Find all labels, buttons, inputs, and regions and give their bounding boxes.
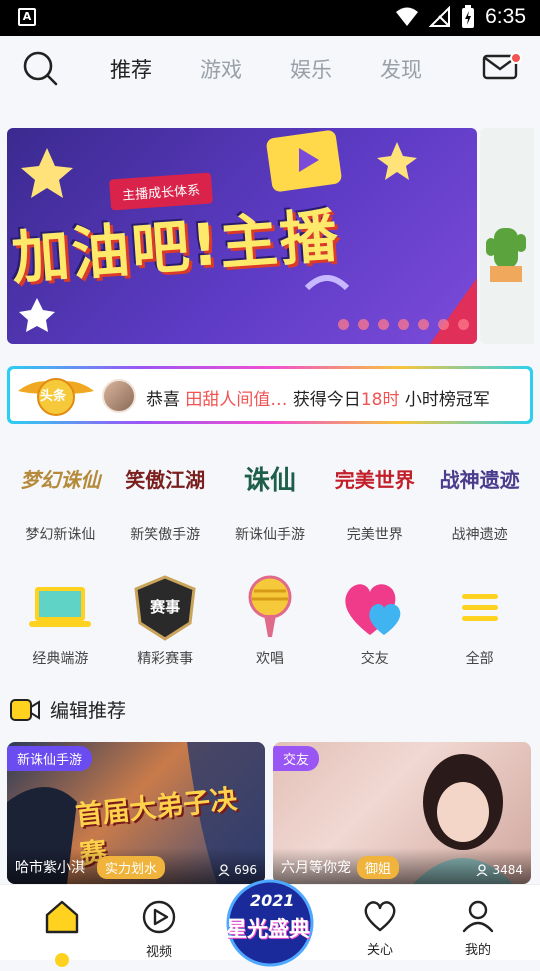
- pager-dot: [458, 319, 469, 330]
- viewer-icon: [218, 864, 230, 876]
- stream-card[interactable]: 交友 六月等你宠 御姐 3484: [273, 742, 531, 884]
- top-nav: 推荐 游戏 娱乐 发现: [0, 36, 540, 102]
- category-label: 交友: [360, 651, 389, 667]
- card-host-tag: 实力划水: [97, 856, 166, 879]
- game-logo-zhuxian: 诛仙: [243, 465, 296, 496]
- headline-suffix: 小时榜冠军: [404, 390, 490, 410]
- pager-dot: [378, 319, 389, 330]
- microphone-icon: [248, 575, 292, 637]
- pager-dot: [418, 319, 429, 330]
- home-icon: [45, 900, 79, 934]
- top-tabs: 推荐 游戏 娱乐 发现: [110, 54, 422, 84]
- tab-games[interactable]: 游戏: [200, 54, 242, 84]
- card-category-tag: 新诛仙手游: [7, 746, 93, 771]
- notification-icon: A: [18, 8, 36, 26]
- promo-banner[interactable]: 主播成长体系 加油吧!主播: [7, 128, 477, 344]
- category-sing[interactable]: 欢唱: [220, 574, 320, 668]
- heart-icon: [364, 901, 396, 932]
- game-item-zhuxian[interactable]: 诛仙 新诛仙手游: [220, 440, 320, 544]
- active-indicator: [55, 953, 69, 967]
- headline-prefix: 恭喜: [146, 390, 180, 410]
- game-grid: 梦幻诛仙 梦幻新诛仙 笑傲江湖 新笑傲手游 诛仙 新诛仙手游 完美世界 完美世界…: [0, 440, 540, 544]
- card-host-name: 六月等你宠: [281, 860, 351, 876]
- mail-unread-badge: [510, 52, 522, 64]
- pager-dot: [358, 319, 369, 330]
- clock: 6:35: [485, 5, 526, 28]
- nav-label: 视频: [145, 945, 172, 960]
- laptop-icon: [29, 587, 92, 627]
- headline-badge-text: 头条: [40, 389, 67, 404]
- game-item-menghuan[interactable]: 梦幻诛仙 梦幻新诛仙: [10, 440, 110, 544]
- tab-discover[interactable]: 发现: [380, 54, 422, 84]
- nav-event-starlight[interactable]: 2021 星光盛典: [220, 877, 320, 967]
- pager-dot: [338, 319, 349, 330]
- esports-badge-text: 赛事: [150, 597, 181, 616]
- no-signal-icon: [429, 6, 451, 27]
- headline-middle: 获得今日: [292, 390, 361, 410]
- banner-next-preview[interactable]: [480, 128, 534, 344]
- tab-recommend[interactable]: 推荐: [110, 54, 152, 84]
- card-viewer-count: 3484: [492, 863, 523, 877]
- game-label: 新诛仙手游: [234, 527, 305, 543]
- category-label: 全部: [465, 651, 494, 667]
- game-logo-wanmei: 完美世界: [334, 467, 415, 492]
- pager-dot: [438, 319, 449, 330]
- card-host-name: 哈市紫小淇: [15, 860, 85, 876]
- cactus-icon: [486, 228, 526, 282]
- category-label: 经典端游: [32, 651, 89, 667]
- category-friends[interactable]: 交友: [325, 574, 425, 668]
- game-label: 完美世界: [346, 527, 403, 543]
- game-logo-menghuan: 梦幻诛仙: [20, 467, 101, 492]
- headline-streamer-name: 田甜人间值…: [185, 390, 288, 410]
- wifi-icon: [396, 7, 419, 26]
- nav-label: 我的: [464, 943, 491, 958]
- status-bar: A 6:35: [0, 0, 540, 36]
- game-logo-zhanshen: 战神遗迹: [439, 467, 520, 492]
- pager-dot: [398, 319, 409, 330]
- card-host-tag: 御姐: [357, 856, 400, 879]
- event-year: 2021: [250, 891, 295, 910]
- stream-card[interactable]: 新诛仙手游 首届大弟子决赛 哈市紫小淇 实力划水 696: [7, 742, 265, 884]
- category-all[interactable]: 全部: [430, 574, 530, 668]
- viewer-icon: [476, 864, 488, 876]
- category-esports[interactable]: 赛事 精彩赛事: [115, 574, 215, 668]
- game-item-wanmei[interactable]: 完美世界 完美世界: [325, 440, 425, 544]
- banner-pager: [338, 319, 469, 330]
- play-circle-icon: [142, 900, 176, 934]
- nav-label: 关心: [366, 943, 393, 958]
- game-logo-xiaoao: 笑傲江湖: [125, 467, 206, 492]
- nav-home[interactable]: [32, 899, 92, 939]
- card-viewer-count: 696: [234, 863, 257, 877]
- category-label: 欢唱: [255, 651, 284, 667]
- headline-hour: 18时: [360, 390, 400, 410]
- nav-video[interactable]: 视频: [129, 899, 189, 960]
- game-label: 战神遗迹: [451, 527, 508, 543]
- hearts-icon: [345, 584, 401, 635]
- menu-icon: [461, 594, 498, 621]
- nav-me[interactable]: 我的: [448, 899, 508, 958]
- game-label: 梦幻新诛仙: [25, 527, 96, 543]
- event-title: 星光盛典: [226, 917, 310, 941]
- card-category-tag: 交友: [273, 746, 320, 771]
- category-grid: 经典端游 赛事 精彩赛事 欢唱 交友 全部: [0, 574, 540, 668]
- bottom-nav: 视频 2021 星光盛典 关心 我的: [0, 879, 540, 967]
- user-icon: [462, 900, 494, 933]
- search-icon[interactable]: [22, 50, 58, 86]
- video-camera-icon: [10, 698, 40, 721]
- headline-ticker[interactable]: 头条 恭喜 田甜人间值… 获得今日18时 小时榜冠军: [7, 366, 533, 424]
- category-classic-pc[interactable]: 经典端游: [10, 574, 110, 668]
- game-item-xiaoao[interactable]: 笑傲江湖 新笑傲手游: [115, 440, 215, 544]
- game-item-zhanshen[interactable]: 战神遗迹 战神遗迹: [430, 440, 530, 544]
- battery-charging-icon: [462, 5, 475, 28]
- tab-entertainment[interactable]: 娱乐: [290, 54, 332, 84]
- category-label: 精彩赛事: [137, 651, 194, 667]
- avatar: [102, 379, 136, 413]
- section-title: 编辑推荐: [50, 700, 127, 722]
- nav-follow[interactable]: 关心: [350, 899, 410, 958]
- game-label: 新笑傲手游: [130, 527, 201, 543]
- section-header: 编辑推荐: [10, 696, 126, 723]
